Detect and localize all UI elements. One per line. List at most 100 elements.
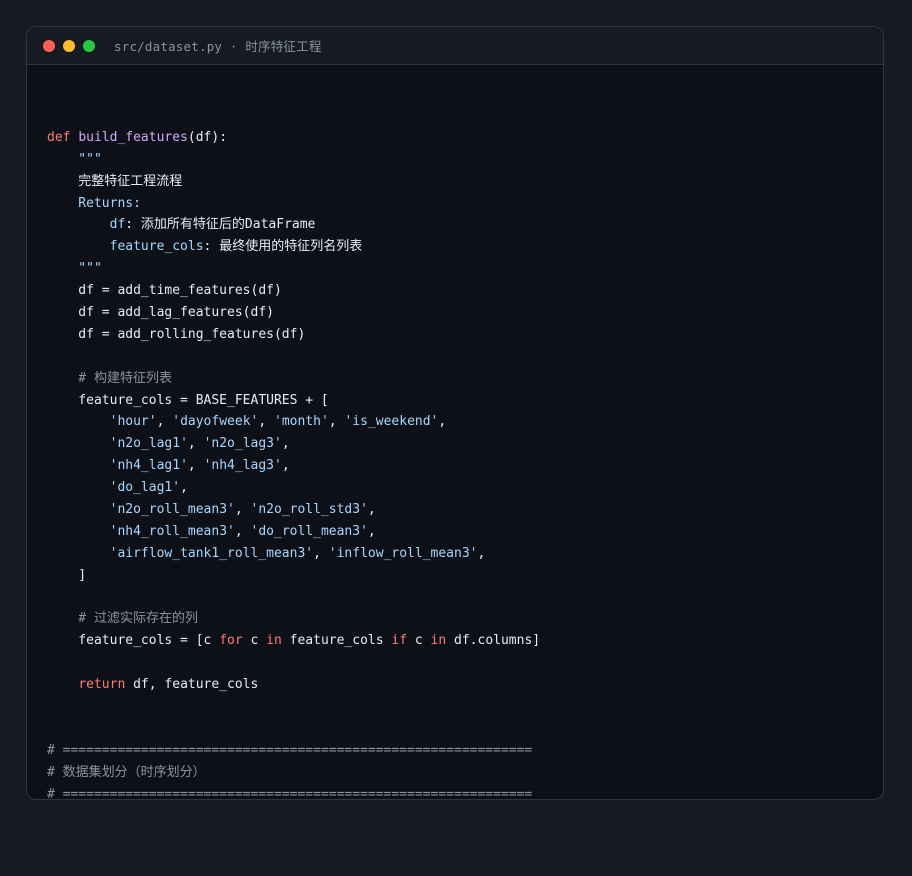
code-line: # ======================================… <box>47 784 540 800</box>
code-line: 'nh4_roll_mean3', 'do_roll_mean3', <box>47 521 540 543</box>
code-token: """ <box>47 151 102 167</box>
code-token: c <box>242 633 267 649</box>
code-line: df = add_rolling_features(df) <box>47 324 540 346</box>
code-token: 'airflow_tank1_roll_mean3' <box>109 545 314 561</box>
code-line: feature_cols = [c for c in feature_cols … <box>47 630 540 652</box>
code-token: 'nh4_roll_mean3' <box>109 523 235 539</box>
window-titlebar: src/dataset.py · 时序特征工程 <box>27 27 883 65</box>
code-line: df: 添加所有特征后的DataFrame <box>47 214 540 236</box>
code-token: , <box>438 414 447 430</box>
code-token: : 添加所有特征后的DataFrame <box>125 217 316 233</box>
code-token: df <box>47 217 126 233</box>
code-token: build_features <box>78 129 188 145</box>
code-token: 完整特征工程流程 <box>47 173 183 189</box>
code-token: # ======================================… <box>47 742 533 758</box>
code-token: 'inflow_roll_mean3' <box>328 545 478 561</box>
code-token: , <box>281 458 290 474</box>
code-token: , <box>187 458 204 474</box>
code-token: 'nh4_lag1' <box>109 458 188 474</box>
code-token: ] <box>47 567 87 583</box>
code-token: feature_cols = [c <box>47 633 220 649</box>
code-token: 'do_roll_mean3' <box>250 523 368 539</box>
code-token: 'is_weekend' <box>344 414 439 430</box>
code-token: df = add_lag_features(df) <box>47 305 274 321</box>
code-token: 'nh4_lag3' <box>203 458 282 474</box>
code-line: feature_cols: 最终使用的特征列名列表 <box>47 236 540 258</box>
code-token: # 过滤实际存在的列 <box>47 611 198 627</box>
code-token: 'dayofweek' <box>172 414 259 430</box>
code-token: in <box>266 633 282 649</box>
code-line: 完整特征工程流程 <box>47 171 540 193</box>
maximize-window-button[interactable] <box>83 39 95 52</box>
code-token: feature_cols <box>281 633 392 649</box>
code-token: feature_cols = BASE_FEATURES + [ <box>47 392 329 408</box>
code-line: df = add_time_features(df) <box>47 280 540 302</box>
code-token: c <box>407 633 431 649</box>
code-line: 'n2o_roll_mean3', 'n2o_roll_std3', <box>47 499 540 521</box>
code-token: return <box>78 677 126 693</box>
code-window: src/dataset.py · 时序特征工程 def build_featur… <box>26 26 884 800</box>
code-line: df = add_lag_features(df) <box>47 302 540 324</box>
code-line: # 过滤实际存在的列 <box>47 608 540 630</box>
code-token: df = add_time_features(df) <box>47 283 282 299</box>
code-line: def build_features(df): <box>47 127 540 149</box>
code-line: Returns: <box>47 193 540 215</box>
code-line: ] <box>47 565 540 587</box>
code-token: 'hour' <box>109 414 157 430</box>
code-token: df.columns] <box>446 633 541 649</box>
code-line: 'hour', 'dayofweek', 'month', 'is_weeken… <box>47 411 540 433</box>
code-line: return df, feature_cols <box>47 674 540 696</box>
code-token: , <box>156 414 173 430</box>
code-line: # 数据集划分（时序划分） <box>47 762 540 784</box>
code-token: for <box>219 633 243 649</box>
code-token: , <box>187 436 204 452</box>
code-token: def <box>47 129 79 145</box>
code-line: # ======================================… <box>47 740 540 762</box>
code-token: 'n2o_roll_mean3' <box>109 502 235 518</box>
code-token: df = add_rolling_features(df) <box>47 326 306 342</box>
code-token: # ======================================… <box>47 786 533 800</box>
code-token: , <box>328 414 345 430</box>
code-line: 'nh4_lag1', 'nh4_lag3', <box>47 455 540 477</box>
code-token: , <box>281 436 290 452</box>
close-window-button[interactable] <box>43 39 55 52</box>
code-token: # 数据集划分（时序划分） <box>47 764 206 780</box>
code-editor[interactable]: def build_features(df): """ 完整特征工程流程 Ret… <box>47 105 540 800</box>
code-line: 'n2o_lag1', 'n2o_lag3', <box>47 433 540 455</box>
code-token: in <box>430 633 447 649</box>
code-token: , <box>313 545 329 561</box>
minimize-window-button[interactable] <box>63 39 75 52</box>
code-token: # 构建特征列表 <box>47 370 172 386</box>
window-title: src/dataset.py · 时序特征工程 <box>114 39 322 54</box>
code-token: , <box>180 480 188 496</box>
code-token: , <box>234 502 251 518</box>
code-token: , <box>258 414 274 430</box>
code-token: 'do_lag1' <box>109 480 181 496</box>
code-token: 'n2o_lag3' <box>203 436 282 452</box>
code-token: 'n2o_lag1' <box>109 436 188 452</box>
code-token: (df): <box>187 129 228 145</box>
code-line: feature_cols = BASE_FEATURES + [ <box>47 390 540 412</box>
code-token: 'n2o_roll_std3' <box>250 502 368 518</box>
code-token: if <box>391 633 408 649</box>
code-token: , <box>234 523 251 539</box>
code-line: # 构建特征列表 <box>47 368 540 390</box>
code-token: """ <box>47 261 102 277</box>
code-token: 'month' <box>274 414 329 430</box>
code-line: """ <box>47 258 540 280</box>
code-token: df, feature_cols <box>125 677 259 693</box>
